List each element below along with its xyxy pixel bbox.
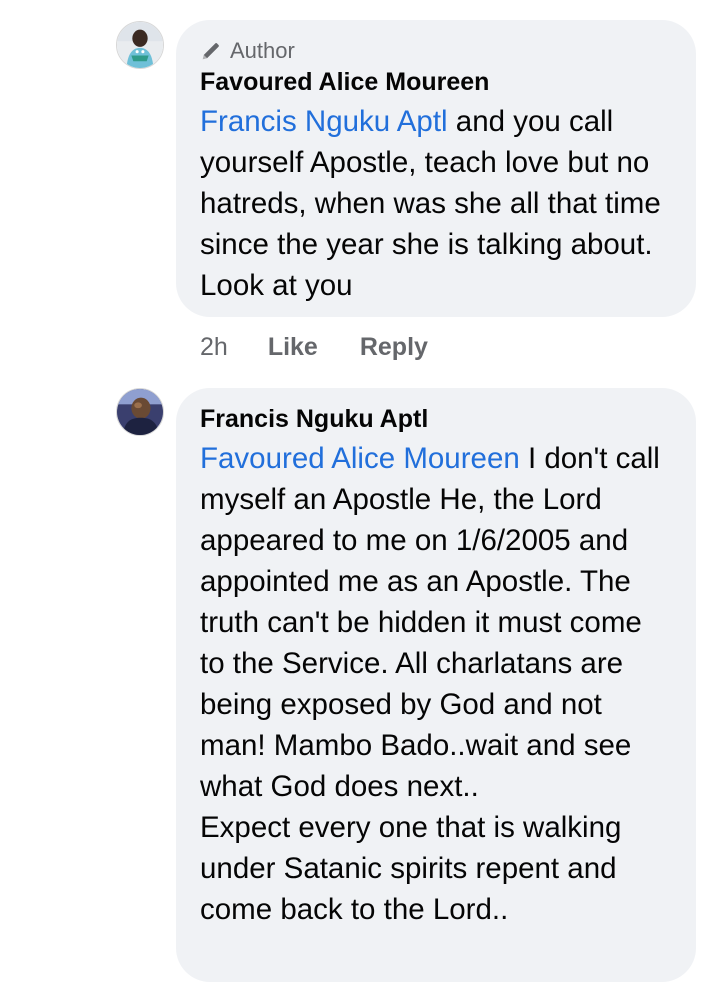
reply-button[interactable]: Reply	[360, 333, 428, 362]
comment-text: Francis Nguku Aptl and you call yourself…	[200, 101, 674, 306]
avatar-francis-nguku-aptl[interactable]	[116, 388, 164, 436]
comment-bubble-1: Author Favoured Alice Moureen Francis Ng…	[176, 20, 696, 317]
avatar-photo-icon	[117, 22, 163, 68]
avatar-favoured-alice-moureen[interactable]	[116, 21, 164, 69]
pencil-icon	[200, 40, 222, 62]
comment-timestamp[interactable]: 2h	[200, 333, 228, 362]
comment-text: Favoured Alice Moureen I don't call myse…	[200, 438, 674, 930]
comment-author-name[interactable]: Favoured Alice Moureen	[200, 67, 489, 97]
mention-link[interactable]: Francis Nguku Aptl	[200, 105, 448, 138]
like-button[interactable]: Like	[268, 333, 318, 362]
comment-actions: 2h Like Reply	[200, 329, 470, 365]
author-badge: Author	[200, 38, 295, 64]
author-badge-label: Author	[230, 38, 295, 63]
comment-author-name[interactable]: Francis Nguku Aptl	[200, 404, 428, 434]
avatar-photo-icon	[117, 389, 163, 435]
mention-link[interactable]: Favoured Alice Moureen	[200, 442, 520, 475]
comment-bubble-2: Francis Nguku Aptl Favoured Alice Mouree…	[176, 388, 696, 982]
comment-body: I don't call myself an Apostle He, the L…	[200, 442, 660, 926]
